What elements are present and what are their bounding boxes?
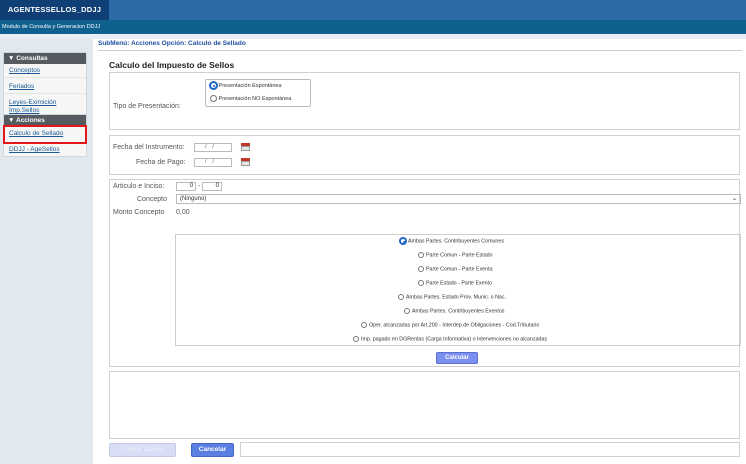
sidebar-consultas-box: ▼ Consultas Conceptos Feriados Leyes-Exi… [3, 52, 87, 119]
monto-label: Monto Concepto [113, 209, 165, 216]
sidebar-item-feriados[interactable]: Feriados [4, 78, 86, 94]
concepto-label: Concepto [137, 196, 167, 203]
radio-icon[interactable] [210, 95, 217, 102]
radio-icon[interactable] [404, 308, 410, 314]
sidebar-acciones-box: ▼ Acciones Calculo de Sellado DDJJ - Age… [3, 114, 87, 157]
main-content: SubMenú: Acciones Opción: Calculo de Sel… [94, 39, 746, 464]
top-bar: AGENTESSELLOS_DDJJ [0, 0, 746, 20]
app-title-tab[interactable]: AGENTESSELLOS_DDJJ [0, 0, 109, 20]
chevron-down-icon[interactable]: ⌄ [732, 195, 737, 203]
parte-option-2[interactable]: Parte Comun - Parte Estado [418, 252, 493, 258]
parte-option-8[interactable]: Imp. pagado en DGRentas (Carga Informati… [353, 336, 547, 342]
sidebar-consultas-header[interactable]: ▼ Consultas [4, 53, 86, 64]
parte-option-5[interactable]: Ambas Partes. Estado Prov. Munic. o Nac. [398, 294, 506, 300]
fecha-pago-label: Fecha de Pago: [136, 159, 186, 166]
concepto-select[interactable]: (Ninguno) ⌄ [176, 194, 741, 204]
sidebar-item-ddjj-agesellos[interactable]: DDJJ - AgeSellos [4, 143, 86, 156]
submenu-divider [98, 50, 742, 51]
radio-icon[interactable] [361, 322, 367, 328]
sidebar-item-conceptos[interactable]: Conceptos [4, 64, 86, 78]
sidebar-acciones-header[interactable]: ▼ Acciones [4, 115, 86, 126]
inciso-input[interactable]: 0 [202, 182, 222, 191]
sidebar-item-calculo-sellado[interactable]: Calculo de Sellado [3, 125, 87, 144]
parte-option-1[interactable]: Ambas Partes. Contribuyentes Comunes [400, 238, 504, 244]
fecha-pago-input[interactable]: / / [194, 158, 232, 167]
calendar-icon[interactable] [241, 158, 250, 166]
monto-value: 0,00 [176, 209, 190, 216]
presentacion-panel: Tipo de Presentación: Presentación Espon… [109, 72, 740, 130]
radio-icon[interactable] [418, 280, 424, 286]
fecha-instrumento-input[interactable]: / / [194, 143, 232, 152]
radio-selected-icon[interactable] [210, 82, 217, 89]
page-title: Calculo del Impuesto de Sellos [109, 60, 235, 70]
articulo-input[interactable]: 0 [176, 182, 196, 191]
presentacion-label: Tipo de Presentación: [113, 103, 181, 110]
module-subtitle: Modulo de Consulta y Generacion DDJJ [0, 20, 746, 34]
presentacion-option-espontanea[interactable]: Presentación Espontánea [210, 82, 282, 89]
articulo-separator: - [198, 183, 201, 190]
articulo-label: Articulo e Inciso: [113, 183, 165, 190]
partes-options-box: Ambas Partes. Contribuyentes Comunes Par… [175, 234, 741, 346]
bottom-bar [240, 442, 740, 457]
radio-icon[interactable] [398, 294, 404, 300]
parte-option-6[interactable]: Ambas Partes. Contribuyentes Exentos [404, 308, 504, 314]
sidebar: ▼ Consultas Conceptos Feriados Leyes-Exi… [0, 39, 93, 464]
parte-option-4[interactable]: Parte Estado - Parte Exento [418, 280, 492, 286]
radio-icon[interactable] [353, 336, 359, 342]
parte-option-3[interactable]: Parte Comun - Parte Exenta [418, 266, 493, 272]
result-panel [109, 371, 740, 439]
parte-option-7[interactable]: Oper. alcanzadas por Art.200 - Interdep.… [361, 322, 539, 328]
radio-icon[interactable] [418, 266, 424, 272]
submenu-breadcrumb: SubMenú: Acciones Opción: Calculo de Sel… [98, 40, 246, 47]
presentacion-option-no-espontanea[interactable]: Presentación NO Espontánea [210, 95, 291, 102]
aceptar-calculo-button[interactable]: Aceptar Cálculo [109, 443, 176, 457]
cancel-button[interactable]: Cancelar [191, 443, 234, 457]
fechas-panel: Fecha del Instrumento: / / Fecha de Pago… [109, 135, 740, 175]
sidebar-item-leyes-eximicion[interactable]: Leyes-Eximición [4, 94, 86, 107]
presentacion-options: Presentación Espontánea Presentación NO … [205, 79, 311, 107]
fecha-instrumento-label: Fecha del Instrumento: [113, 144, 185, 151]
calcular-button[interactable]: Calcular [436, 352, 478, 364]
calendar-icon[interactable] [241, 143, 250, 151]
radio-selected-icon[interactable] [400, 238, 406, 244]
radio-icon[interactable] [418, 252, 424, 258]
concepto-panel: Articulo e Inciso: 0 - 0 Concepto (Ningu… [109, 179, 741, 367]
